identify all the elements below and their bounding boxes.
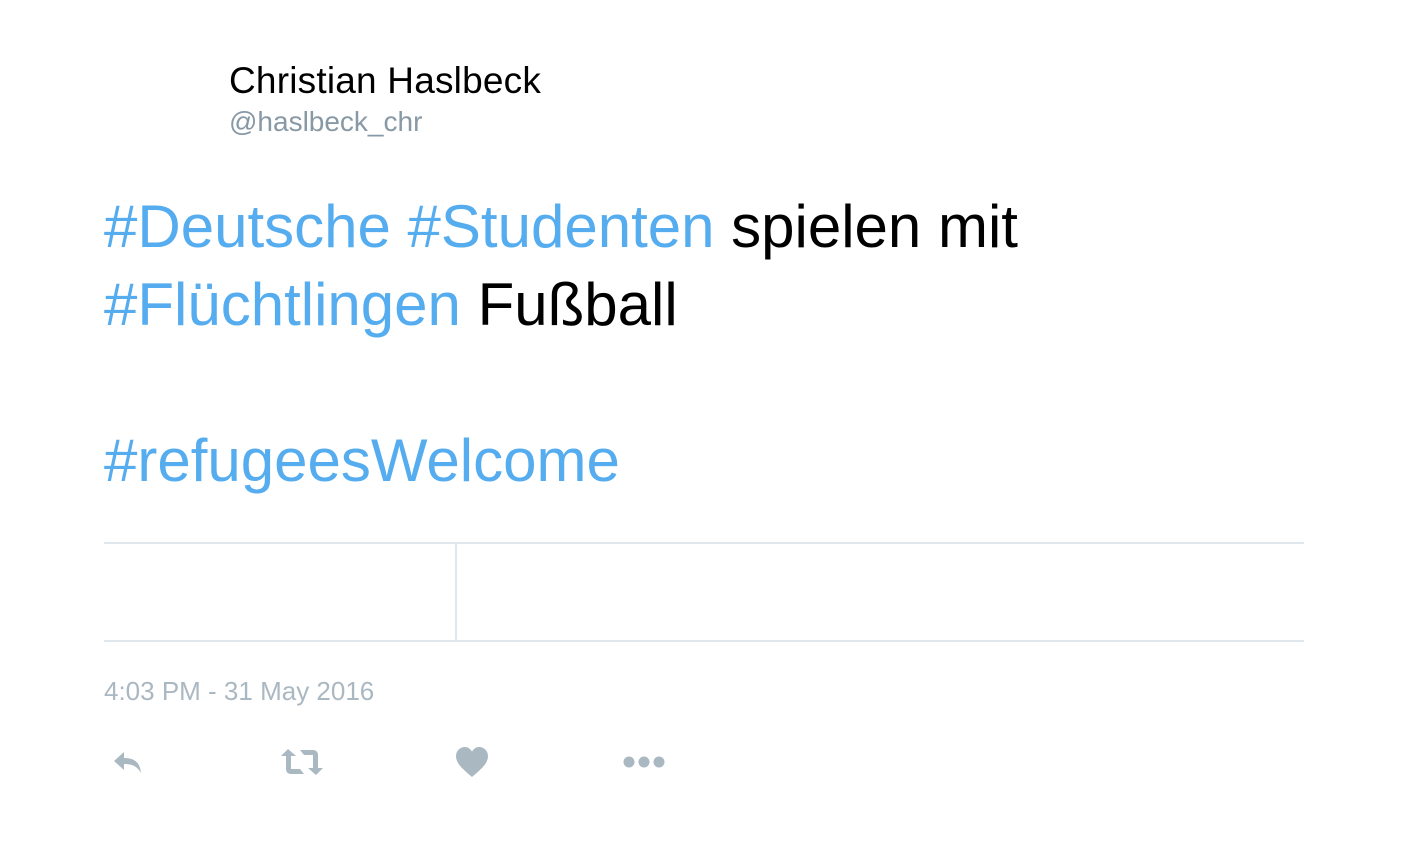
hashtag-link[interactable]: #refugeesWelcome: [104, 427, 620, 494]
more-dots-icon: [623, 755, 665, 769]
heart-icon: [454, 746, 490, 778]
reply-button[interactable]: [104, 740, 152, 784]
tweet-text-segment: spielen mit: [714, 193, 1018, 260]
hashtag-link[interactable]: #Deutsche: [104, 193, 391, 260]
stats-cell-retweets: [104, 544, 455, 640]
tweet-text: #Deutsche #Studenten spielen mit #Flüchtl…: [104, 188, 1304, 500]
tweet-text-segment: [391, 193, 408, 260]
reply-icon: [110, 748, 146, 776]
tweet-actions: [104, 740, 704, 784]
hashtag-link[interactable]: #Flüchtlingen: [104, 271, 461, 338]
tweet-stats-row: [104, 542, 1304, 642]
retweet-button[interactable]: [278, 740, 326, 784]
tweet-line: #Deutsche #Studenten spielen mit: [104, 188, 1304, 266]
more-button[interactable]: [620, 740, 668, 784]
like-button[interactable]: [448, 740, 496, 784]
tweet-timestamp[interactable]: 4:03 PM - 31 May 2016: [104, 674, 374, 708]
tweet-line: #refugeesWelcome: [104, 422, 1304, 500]
hashtag-link[interactable]: #Studenten: [408, 193, 715, 260]
stats-cell-likes: [457, 544, 1304, 640]
retweet-icon: [280, 747, 324, 777]
tweet-line-gap: [104, 344, 1304, 422]
author-name[interactable]: Christian Haslbeck: [229, 58, 541, 104]
author-handle[interactable]: @haslbeck_chr: [229, 104, 422, 140]
tweet-text-segment: Fußball: [460, 271, 678, 338]
tweet-line: #Flüchtlingen Fußball: [104, 266, 1304, 344]
